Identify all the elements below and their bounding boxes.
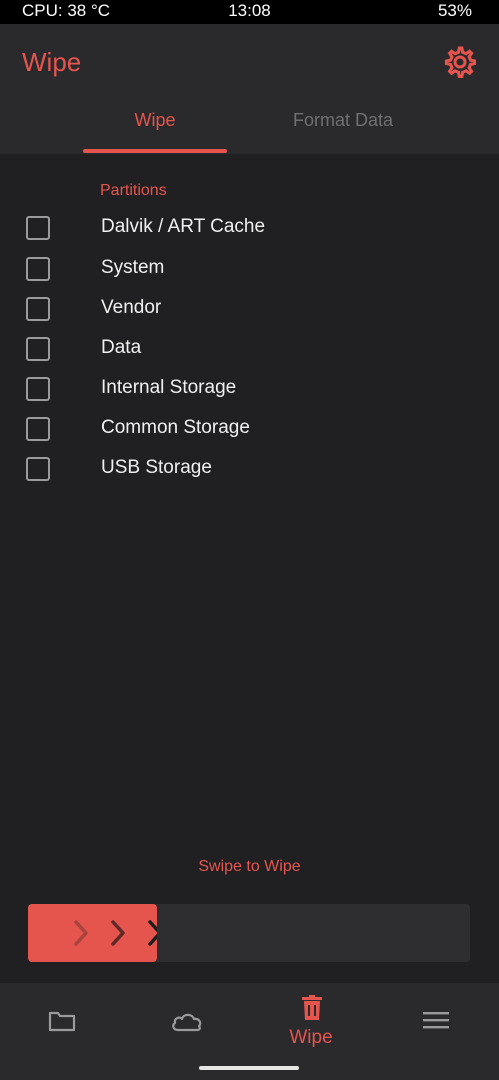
swipe-to-wipe-label: Swipe to Wipe: [198, 858, 301, 875]
tab-wipe[interactable]: Wipe: [83, 106, 227, 154]
partition-label: Data: [101, 337, 142, 358]
folder-icon: [48, 1011, 76, 1032]
nav-item-menu[interactable]: [374, 983, 498, 1063]
partition-row-vendor[interactable]: Vendor: [0, 290, 499, 330]
cloud-icon: [172, 1013, 202, 1032]
checkbox[interactable]: [26, 377, 50, 401]
checkbox[interactable]: [26, 457, 50, 481]
battery-level: 53%: [437, 1, 472, 20]
tab-wipe-label: Wipe: [134, 110, 176, 130]
active-tab-indicator: [83, 149, 227, 153]
partition-label: Common Storage: [101, 417, 250, 438]
partitions-heading: Partitions: [100, 182, 167, 199]
partition-row-usb-storage[interactable]: USB Storage: [0, 450, 499, 490]
partition-row-common-storage[interactable]: Common Storage: [0, 410, 499, 450]
partition-label: System: [101, 257, 165, 278]
triple-chevron-right-icon: [74, 920, 157, 946]
partition-row-dalvik-art-cache[interactable]: Dalvik / ART Cache: [0, 209, 499, 249]
clock: 13:08: [228, 1, 271, 20]
tab-format-data[interactable]: Format Data: [263, 106, 423, 154]
tab-format-data-label: Format Data: [292, 110, 394, 130]
partition-label: USB Storage: [101, 457, 212, 478]
checkbox[interactable]: [26, 257, 50, 281]
swipe-handle[interactable]: [28, 904, 157, 962]
checkbox[interactable]: [26, 297, 50, 321]
status-bar: CPU: 38 °C 13:08 53%: [0, 0, 499, 24]
partition-row-system[interactable]: System: [0, 250, 499, 290]
checkbox[interactable]: [26, 337, 50, 361]
page-title: Wipe: [22, 47, 82, 77]
checkbox[interactable]: [26, 417, 50, 441]
nav-item-wipe[interactable]: Wipe: [249, 983, 373, 1063]
nav-item-wipe-label: Wipe: [289, 1027, 333, 1048]
menu-icon: [423, 1012, 449, 1029]
trash-icon: [302, 995, 322, 1020]
home-indicator[interactable]: [199, 1066, 299, 1070]
partition-row-data[interactable]: Data: [0, 330, 499, 370]
partition-row-internal-storage[interactable]: Internal Storage: [0, 370, 499, 410]
gear-icon[interactable]: [444, 46, 477, 78]
nav-item-cloud[interactable]: [124, 983, 248, 1063]
nav-item-files[interactable]: [0, 983, 124, 1063]
partition-label: Dalvik / ART Cache: [101, 216, 266, 237]
app-bar: Wipe Wipe Format Data: [0, 24, 499, 154]
partition-label: Internal Storage: [101, 377, 237, 398]
checkbox[interactable]: [26, 216, 50, 240]
partition-label: Vendor: [101, 297, 162, 318]
